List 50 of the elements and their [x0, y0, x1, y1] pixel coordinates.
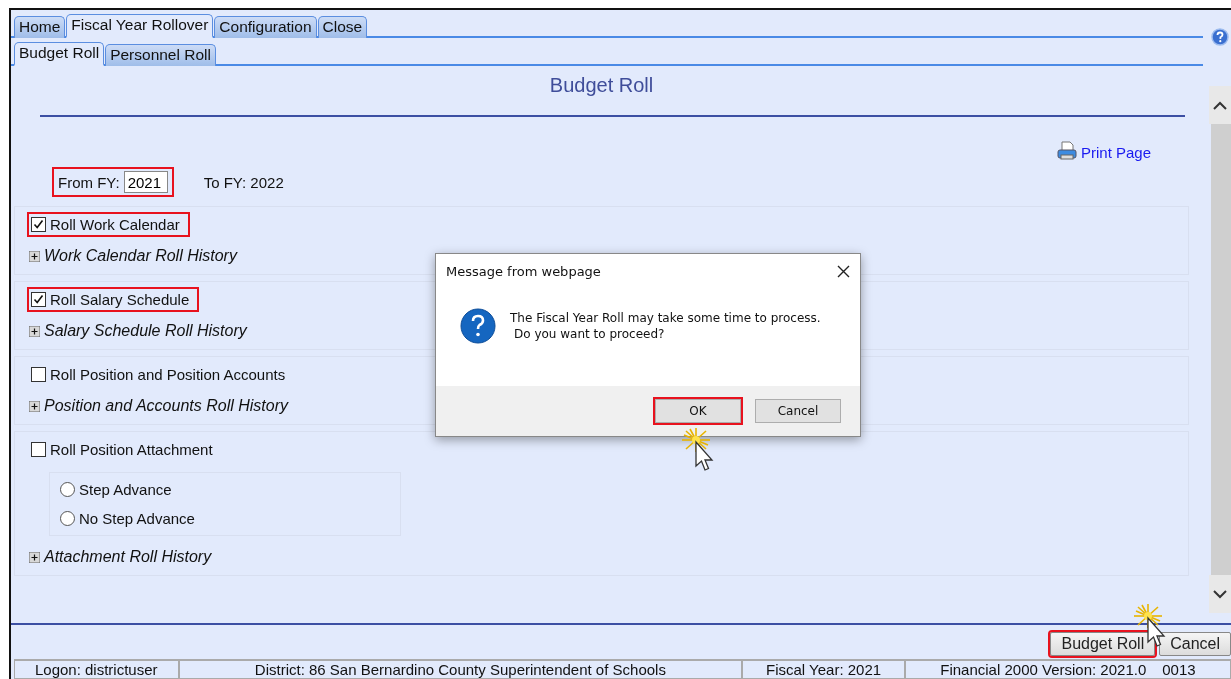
dialog-button[interactable]: Cancel [755, 399, 841, 423]
tab[interactable]: Configuration [214, 16, 317, 38]
from-fy-field[interactable]: 2021 [123, 171, 168, 193]
action-button[interactable]: Budget Roll [1050, 632, 1156, 656]
scroll-down-icon[interactable] [1213, 589, 1227, 599]
dialog-message: The Fiscal Year Roll may take some time to process. [510, 310, 821, 325]
action-button[interactable]: Cancel [1159, 632, 1231, 656]
history-link[interactable]: Position and Accounts Roll History [44, 397, 288, 415]
status-text: Financial 2000 Version: 2021.0 [940, 661, 1147, 678]
dialog-button[interactable]: OK [655, 399, 741, 423]
print-page-link[interactable]: Print Page [1080, 144, 1151, 161]
checkbox[interactable] [31, 367, 46, 382]
page-title: Budget Roll [549, 74, 654, 97]
option-label: Roll Position and Position Accounts [50, 366, 286, 383]
help-icon[interactable] [1211, 28, 1229, 46]
tab[interactable]: Close [317, 16, 368, 38]
radio-button[interactable] [60, 482, 75, 497]
checkbox[interactable] [31, 292, 46, 307]
checkbox[interactable] [31, 217, 46, 232]
history-link[interactable]: Work Calendar Roll History [44, 247, 237, 265]
dialog-message: Do you want to proceed? [513, 326, 666, 341]
dialog-title: Message from webpage [446, 264, 601, 279]
expand-icon[interactable] [29, 551, 40, 563]
expand-icon[interactable] [29, 325, 40, 337]
scrollbar[interactable] [1209, 86, 1231, 613]
option-label: Roll Work Calendar [50, 216, 180, 233]
scroll-up-icon[interactable] [1213, 100, 1227, 110]
option-label: Roll Salary Schedule [50, 291, 190, 308]
status-cell: District: 86 San Bernardino County Superintendent of Schools [178, 660, 743, 679]
tab[interactable]: Personnel Roll [105, 44, 216, 66]
close-icon[interactable] [837, 265, 850, 278]
radio-label: Step Advance [79, 481, 172, 498]
question-icon [460, 307, 496, 344]
checkbox[interactable] [31, 442, 46, 457]
expand-icon[interactable] [29, 250, 40, 262]
status-text: 0013 [1162, 661, 1196, 678]
status-cell: Logon: districtuser [14, 660, 179, 679]
printer-icon[interactable] [1056, 141, 1077, 161]
to-fy-label: To FY: 2022 [203, 173, 284, 191]
tab[interactable]: Fiscal Year Rollover [66, 14, 214, 38]
tab[interactable]: Budget Roll [14, 42, 105, 66]
status-cell: Fiscal Year: 2021 [742, 660, 905, 679]
expand-icon[interactable] [29, 400, 40, 412]
history-link[interactable]: Salary Schedule Roll History [44, 322, 247, 340]
option-label: Roll Position Attachment [50, 441, 213, 458]
history-link[interactable]: Attachment Roll History [44, 548, 212, 566]
from-fy-label: From FY: [58, 173, 120, 191]
radio-button[interactable] [60, 511, 75, 526]
tab[interactable]: Home [14, 16, 66, 38]
radio-label: No Step Advance [79, 510, 195, 527]
